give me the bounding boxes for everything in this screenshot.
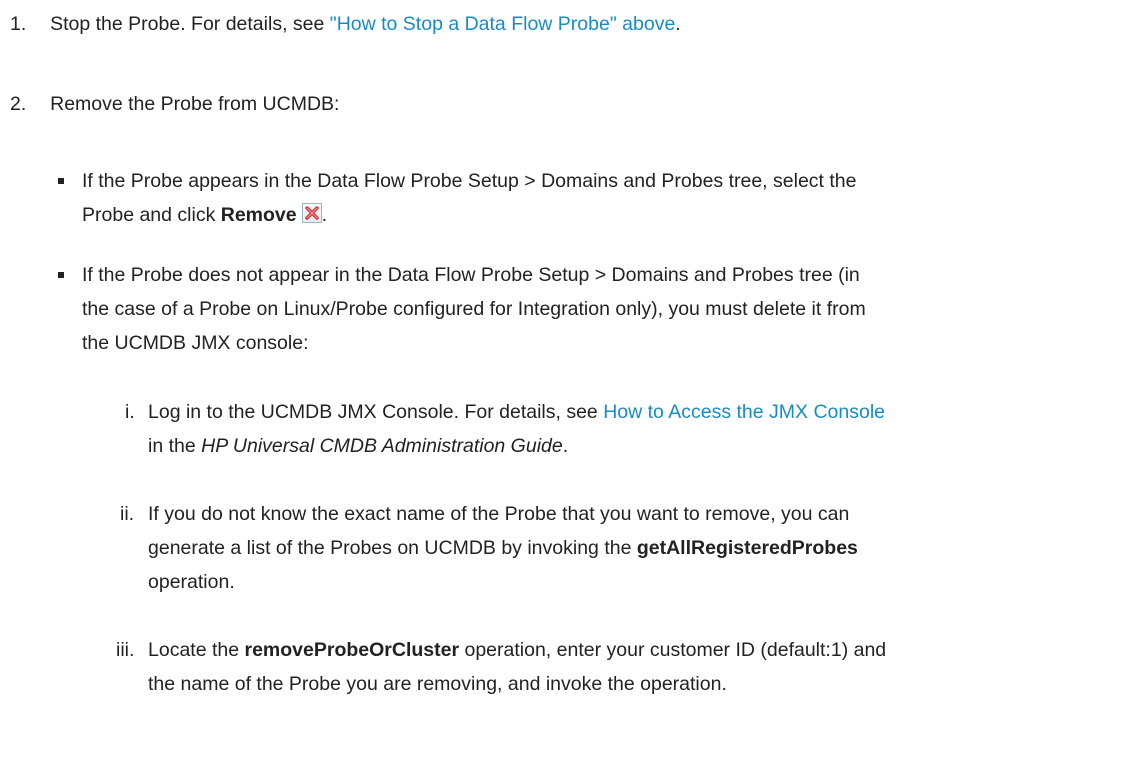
substep-ii-text: generate a list of the Probes on UCMDB b… xyxy=(148,537,637,559)
substep-i-text-2: in the xyxy=(148,435,202,457)
bullet-1-line-1: If the Probe appears in the Data Flow Pr… xyxy=(82,170,857,192)
jmx-console-link[interactable]: How to Access the JMX Console xyxy=(603,401,885,423)
step-1-period: . xyxy=(675,13,681,35)
substep-i-period: . xyxy=(562,435,569,457)
substep-ii-line-1: If you do not know the exact name of the… xyxy=(148,503,850,525)
substep-i-number: i. xyxy=(125,401,135,423)
step-1-text: Stop the Probe. For details, see xyxy=(50,13,330,35)
bullet-2-line-3: the UCMDB JMX console: xyxy=(82,332,309,354)
bullet-1-period: . xyxy=(321,204,328,226)
bullet-2-marker xyxy=(58,272,64,278)
substep-iii-number: iii. xyxy=(116,639,135,661)
step-1-number: 1. xyxy=(10,13,27,35)
substep-i-line-2: in the HP Universal CMDB Administration … xyxy=(148,434,568,458)
substep-ii-number: ii. xyxy=(120,503,135,525)
bullet-1-line-2: Probe and click Remove. xyxy=(82,203,327,227)
step-2-number: 2. xyxy=(10,93,27,115)
substep-iii-text: Locate the xyxy=(148,639,245,661)
substep-iii-line-1: Locate the removeProbeOrCluster operatio… xyxy=(148,638,886,662)
substep-i-line-1: Log in to the UCMDB JMX Console. For det… xyxy=(148,400,885,424)
step-2-text: Remove the Probe from UCMDB: xyxy=(50,93,340,115)
bullet-1-text: Probe and click xyxy=(82,204,221,226)
stop-probe-link[interactable]: "How to Stop a Data Flow Probe" above xyxy=(330,13,676,35)
remove-probe-or-cluster: removeProbeOrCluster xyxy=(244,639,460,661)
substep-ii-line-3: operation. xyxy=(148,571,235,593)
remove-icon[interactable] xyxy=(301,203,322,223)
step-2: 2. Remove the Probe from UCMDB: xyxy=(10,92,339,116)
remove-label: Remove xyxy=(220,204,297,226)
substep-ii-line-2: generate a list of the Probes on UCMDB b… xyxy=(148,536,858,560)
substep-iii-line-2: the name of the Probe you are removing, … xyxy=(148,673,727,695)
get-all-registered-probes: getAllRegisteredProbes xyxy=(636,537,858,559)
bullet-2-line-1: If the Probe does not appear in the Data… xyxy=(82,264,860,286)
bullet-1-marker xyxy=(58,178,64,184)
substep-i-text: Log in to the UCMDB JMX Console. For det… xyxy=(148,401,604,423)
step-1: 1. Stop the Probe. For details, see "How… xyxy=(10,12,681,36)
admin-guide-title: HP Universal CMDB Administration Guide xyxy=(201,435,563,457)
substep-iii-text-2: operation, enter your customer ID (defau… xyxy=(459,639,887,661)
bullet-2-line-2: the case of a Probe on Linux/Probe confi… xyxy=(82,298,866,320)
